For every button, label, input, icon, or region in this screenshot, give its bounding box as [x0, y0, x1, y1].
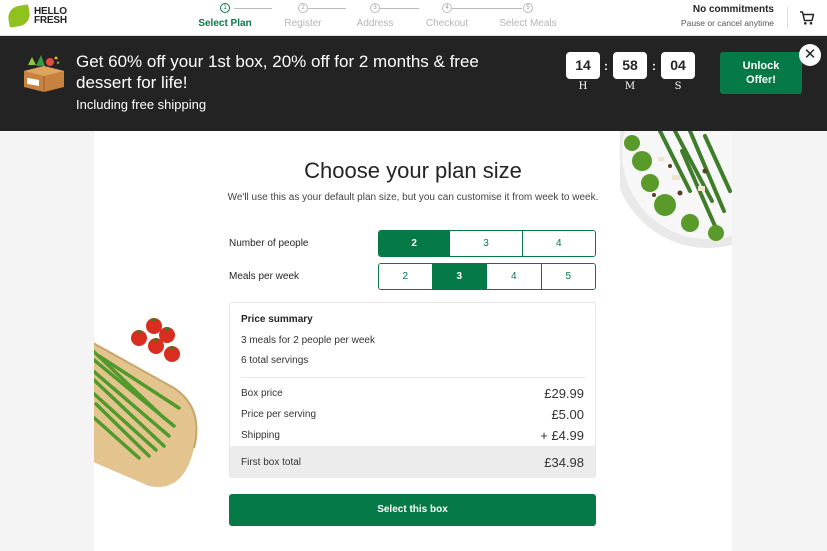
promo-subline: Including free shipping — [76, 97, 207, 112]
summary-divider — [241, 377, 585, 378]
top-header: HELLO FRESH 1 2 3 4 5 Select Plan Registe… — [0, 0, 827, 36]
total-row: First box total £34.98 — [230, 446, 595, 478]
per-serving-value: £5.00 — [551, 407, 584, 422]
leaf-icon — [6, 4, 32, 28]
timer-hours-label: H — [578, 81, 588, 92]
step-label-select-meals: Select Meals — [499, 18, 557, 29]
step-1-dot: 1 — [220, 3, 230, 13]
step-label-address: Address — [356, 18, 394, 29]
first-box-total-value: £34.98 — [544, 455, 584, 470]
checkout-stepper: 1 2 3 4 5 Select Plan Register Address C… — [198, 1, 557, 35]
cart-icon[interactable] — [799, 10, 815, 26]
timer-seconds-label: S — [674, 81, 682, 92]
green-beans-board-image — [94, 318, 198, 487]
unlock-offer-label: Unlock Offer! — [742, 60, 780, 86]
shipping-label: Shipping — [241, 430, 280, 441]
step-label-select-plan[interactable]: Select Plan — [198, 18, 251, 29]
meals-option-5[interactable]: 5 — [541, 264, 595, 289]
timer-minutes: 58 — [613, 52, 647, 79]
people-option-4[interactable]: 4 — [522, 231, 595, 256]
page-title: Choose your plan size — [304, 158, 522, 183]
summary-title: Price summary — [241, 314, 313, 325]
step-3-dot: 3 — [370, 3, 380, 13]
shipping-value: + £4.99 — [540, 428, 584, 443]
meals-option-2[interactable]: 2 — [379, 264, 433, 289]
step-label-checkout: Checkout — [425, 18, 469, 29]
page-subtitle: We'll use this as your default plan size… — [227, 192, 599, 203]
select-this-box-button[interactable]: Select this box — [229, 494, 596, 526]
step-5-dot: 5 — [523, 3, 533, 13]
logo-text: HELLO FRESH — [34, 6, 67, 26]
per-serving-label: Price per serving — [241, 409, 317, 420]
first-box-total-label: First box total — [241, 457, 302, 468]
salad-plate-image — [620, 131, 732, 248]
timer-minutes-label: M — [624, 81, 636, 92]
step-4-dot: 4 — [442, 3, 452, 13]
promo-banner: Get 60% off your 1st box, 20% off for 2 … — [0, 36, 827, 131]
timer-separator: : — [604, 59, 608, 73]
step-label-register: Register — [284, 18, 322, 29]
meals-label: Meals per week — [229, 271, 300, 282]
summary-meals-line: 3 meals for 2 people per week — [241, 335, 375, 346]
commitment-note: No commitments Pause or cancel anytime — [681, 4, 774, 28]
box-price-label: Box price — [241, 388, 283, 399]
commit-subtitle: Pause or cancel anytime — [680, 18, 774, 28]
box-price-value: £29.99 — [544, 386, 584, 401]
timer-separator: : — [652, 59, 656, 73]
people-label: Number of people — [229, 238, 309, 249]
price-summary: Price summary 3 meals for 2 people per w… — [229, 302, 596, 478]
meals-option-3[interactable]: 3 — [432, 264, 487, 289]
header-divider — [787, 7, 788, 29]
gift-box-icon — [24, 55, 64, 92]
timer-hours: 14 — [566, 52, 600, 79]
hellofresh-logo[interactable]: HELLO FRESH — [6, 4, 67, 28]
timer-seconds: 04 — [661, 52, 695, 79]
step-2-dot: 2 — [298, 3, 308, 13]
people-option-3[interactable]: 3 — [450, 231, 523, 256]
close-icon[interactable]: ✕ — [799, 44, 821, 66]
promo-headline: Get 60% off your 1st box, 20% off for 2 … — [76, 52, 479, 92]
summary-servings-line: 6 total servings — [241, 355, 309, 366]
people-selector: 2 3 4 — [378, 230, 596, 257]
people-option-2[interactable]: 2 — [379, 231, 451, 256]
meals-option-4[interactable]: 4 — [487, 264, 542, 289]
meals-selector: 2 3 4 5 — [378, 263, 596, 290]
commit-title: No commitments — [692, 4, 774, 15]
unlock-offer-button[interactable]: Unlock Offer! — [720, 52, 802, 94]
